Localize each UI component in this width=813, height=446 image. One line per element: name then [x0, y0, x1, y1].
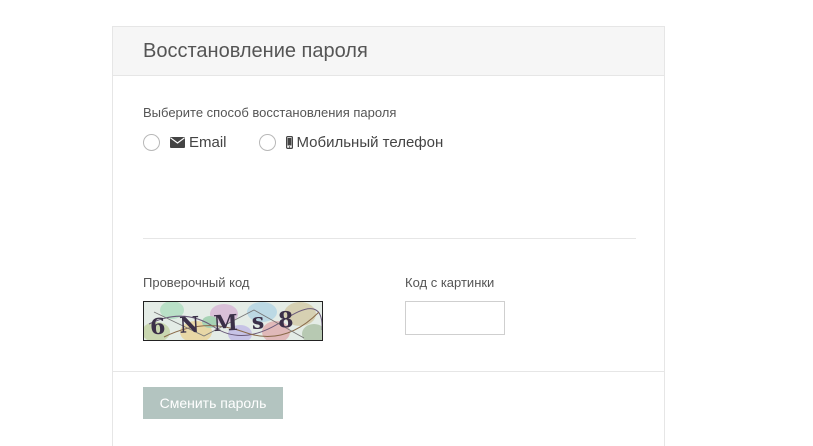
- mobile-phone-icon: [285, 136, 293, 149]
- envelope-icon: [170, 137, 185, 148]
- page-title: Восстановление пароля: [143, 39, 368, 62]
- phone-radio[interactable]: [258, 134, 276, 151]
- panel-header: Восстановление пароля: [113, 27, 664, 76]
- email-radio[interactable]: [143, 134, 160, 151]
- recovery-method-prompt: Выберите способ восстановления пароля: [143, 105, 397, 120]
- change-password-button[interactable]: Сменить пароль: [143, 387, 283, 419]
- password-recovery-panel: Восстановление пароля Выберите способ во…: [112, 26, 665, 446]
- section-divider: [143, 238, 636, 239]
- phone-option-label: Мобильный телефон: [296, 134, 444, 151]
- captcha-input-label: Код с картинки: [405, 275, 495, 290]
- captcha-label: Проверочный код: [143, 275, 250, 290]
- recovery-method-group: Email Мобильный телефон: [143, 134, 475, 151]
- captcha-image: 6NMs8: [143, 301, 323, 341]
- footer-divider: [113, 371, 664, 372]
- captcha-input[interactable]: [405, 301, 505, 335]
- recovery-option-email[interactable]: Email: [143, 134, 227, 151]
- recovery-option-phone[interactable]: Мобильный телефон: [258, 134, 444, 151]
- email-option-label: Email: [189, 134, 227, 151]
